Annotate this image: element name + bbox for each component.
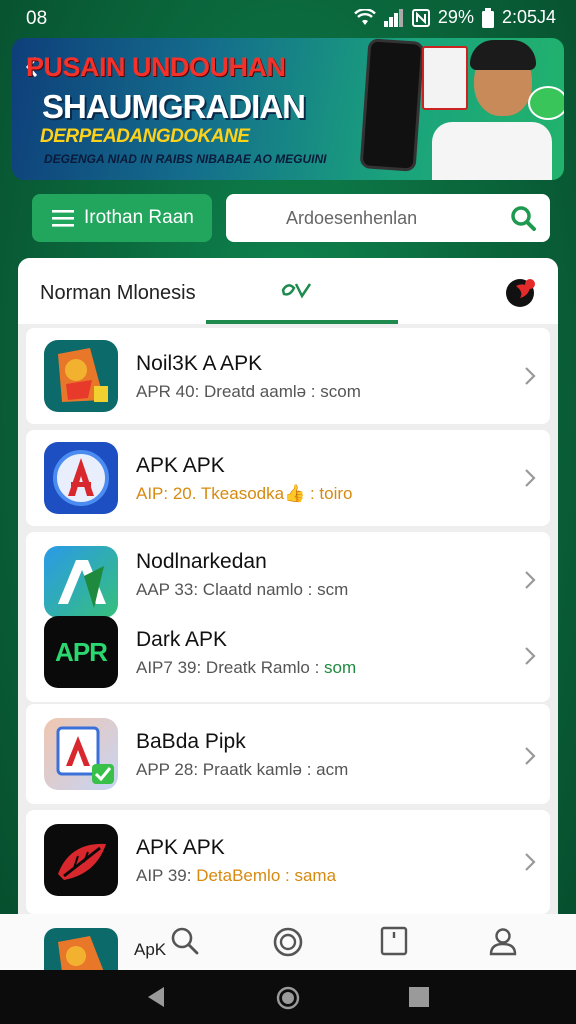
bottom-nav-app-icon[interactable] [44,928,118,972]
status-icons: 29% 2:05J4 [354,7,556,28]
wifi-icon [354,8,376,25]
system-nav-bar [0,970,576,1024]
app-icon [44,824,118,896]
app-name: Noil3K A APK [136,352,263,375]
search-placeholder: Ardoesenhenlan [286,207,418,228]
bottom-nav: ApK [0,914,576,972]
banner-line-2: SHAUMGRADIAN [42,88,306,125]
back-icon[interactable] [146,986,166,1008]
search-icon[interactable] [170,926,200,956]
profile-icon[interactable] [488,926,518,956]
panel-title: Norman Mlonesis [40,282,196,304]
chevron-right-icon [525,469,536,487]
banner-line-4: DEGENGA NIAD IN RAIBS NIBABAE AO MEGUINI [44,152,327,166]
status-bar: 08 29% 2:05J4 [0,0,576,36]
battery-percent: 29% [437,7,474,27]
app-meta: AIP 39: DetaBemlo : sama [136,866,337,885]
app-name: Nodlnarkedan [136,550,267,573]
search-input[interactable]: Ardoesenhenlan [226,194,550,242]
bottom-nav-label: ApK [134,940,167,959]
chevron-right-icon [525,571,536,589]
signal-icon [383,8,403,27]
menu-button-label: Irothan Raan [84,207,194,228]
battery-icon [481,7,494,28]
status-clock: 2:05J4 [501,7,556,27]
app-meta: AIP: 20. Tkeasodka👍 : toiro [136,484,353,503]
app-icon [44,442,118,514]
discover-icon[interactable] [272,926,304,958]
menu-button[interactable]: Irothan Raan [32,194,212,242]
chevron-right-icon [525,747,536,765]
recents-icon[interactable] [408,986,430,1008]
id-card-illustration [422,46,468,110]
chevron-right-icon [525,853,536,871]
app-meta: APR 40: Dreatd aamlə : scom [136,382,361,401]
promo-banner[interactable]: PUSAIN UNDOUHAN SHAUMGRADIAN DERPEADANGD… [12,38,564,180]
home-icon[interactable] [276,986,300,1010]
tab-active-icon[interactable] [280,280,314,304]
person-body-illustration [432,122,552,180]
list-item[interactable]: Noil3K A APK APR 40: Dreatd aamlə : scom [26,328,550,424]
nfc-icon [411,8,430,27]
chevron-right-icon [525,647,536,665]
notification-icon[interactable] [504,276,536,308]
app-meta: AAP 33: Claatd namlo : scm [136,580,349,599]
app-icon-text: APR [55,636,108,667]
app-name: BaBda Pipk [136,730,246,753]
hamburger-icon [52,210,74,227]
banner-line-1: PUSAIN UNDOUHAN [26,52,286,82]
status-time: 08 [26,8,48,29]
phone-illustration [359,38,425,172]
app-icon [44,340,118,412]
list-item[interactable]: Nodlnarkedan AAP 33: Claatd namlo : scm … [26,532,550,702]
person-hair-illustration [470,40,536,70]
library-icon[interactable] [380,926,408,956]
tab-underline [206,320,398,324]
app-meta: AIP7 39: Dreatk Ramlo : som [136,658,357,677]
app-icon: APR [44,616,118,688]
app-name: Dark APK [136,628,228,651]
chevron-right-icon [525,367,536,385]
panel-header: Norman Mlonesis [18,258,558,324]
app-name: APK APK [136,836,225,859]
banner-line-3: DERPEADANGDOKANE [40,126,250,147]
app-icon [44,718,118,790]
list-item[interactable]: BaBda Pipk APP 28: Praatk kamlə : acm [26,704,550,804]
app-icon [44,546,118,618]
list-item[interactable]: APK APK AIP: 20. Tkeasodka👍 : toiro [26,430,550,526]
list-item[interactable]: APK APK AIP 39: DetaBemlo : sama [26,810,550,914]
app-name: APK APK [136,454,225,477]
app-list-panel: Norman Mlonesis Noil3K A APK APR 40: Dre… [18,258,558,958]
chat-bubble-icon [528,86,564,120]
search-icon[interactable] [510,205,536,231]
app-meta: APP 28: Praatk kamlə : acm [136,760,349,779]
